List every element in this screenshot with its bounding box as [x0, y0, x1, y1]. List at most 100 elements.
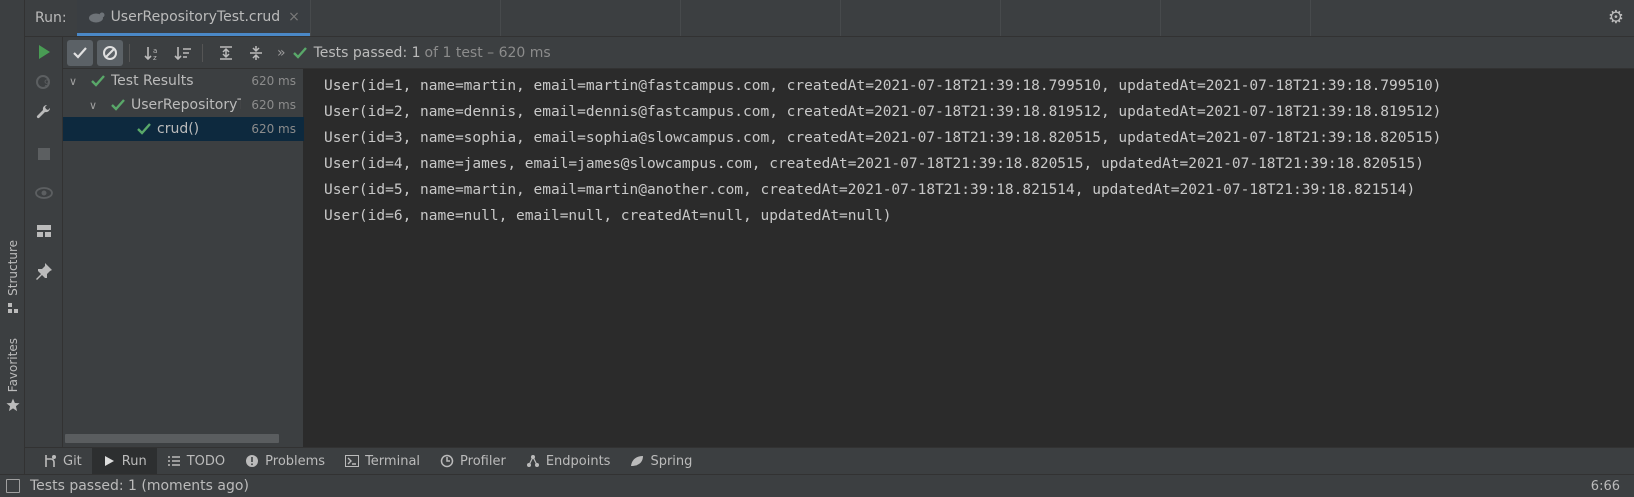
- tab-todo[interactable]: TODO: [157, 448, 235, 475]
- console-line: User(id=4, name=james, email=james@slowc…: [324, 156, 1424, 172]
- header-divider: [1309, 0, 1510, 36]
- header-divider: [839, 0, 1000, 36]
- tree-row-duration: 620 ms: [249, 98, 296, 112]
- tree-horizontal-scrollbar[interactable]: [65, 434, 279, 443]
- svg-text:z: z: [153, 54, 157, 61]
- header-divider: [1159, 0, 1310, 36]
- wrench-icon[interactable]: [34, 103, 54, 123]
- expand-arrow-icon[interactable]: ∨: [89, 99, 103, 112]
- tab-profiler[interactable]: Profiler: [430, 448, 516, 475]
- terminal-icon: [345, 455, 360, 467]
- run-side-toolbar: 9: [25, 37, 63, 447]
- star-icon: [6, 398, 20, 412]
- eye-icon[interactable]: [34, 183, 54, 203]
- show-ignored-button[interactable]: [97, 39, 123, 66]
- passed-check-icon: [111, 99, 125, 111]
- show-passed-button[interactable]: [67, 39, 93, 66]
- endpoints-icon: [526, 455, 539, 467]
- tree-row-label: UserRepositoryTest: [131, 97, 241, 113]
- spring-icon: [631, 456, 644, 466]
- tree-row-duration: 620 ms: [251, 74, 296, 88]
- profiler-icon: [440, 454, 454, 468]
- svg-text:9: 9: [44, 79, 50, 89]
- sort-alphabetically-icon: az: [144, 46, 157, 61]
- rerun-failed-icon[interactable]: 9: [34, 72, 54, 92]
- status-message[interactable]: Tests passed: 1 (moments ago): [30, 478, 249, 494]
- header-divider: [679, 0, 840, 36]
- todo-icon: [167, 456, 180, 466]
- stop-icon[interactable]: [34, 144, 54, 164]
- tree-row-test-class[interactable]: ∨ UserRepositoryTest 620 ms: [63, 93, 304, 117]
- layout-icon[interactable]: [34, 221, 54, 241]
- collapse-all-button[interactable]: [243, 40, 269, 66]
- check-icon: [73, 46, 87, 59]
- tree-row-duration: 620 ms: [249, 122, 296, 136]
- tests-count-duration: of 1 test – 620 ms: [424, 44, 551, 61]
- left-tool-strip: Structure Favorites: [0, 0, 25, 497]
- expand-all-icon: [220, 45, 232, 60]
- test-config-icon: [88, 12, 105, 22]
- sort-by-duration-icon: [174, 46, 191, 60]
- favorites-tool-tab[interactable]: Favorites: [2, 338, 24, 412]
- passed-check-icon: [91, 75, 105, 87]
- toolbar-separator: [129, 43, 130, 62]
- ignored-icon: [103, 45, 117, 60]
- structure-label: Structure: [6, 240, 20, 296]
- tab-spring[interactable]: Spring: [620, 448, 702, 475]
- sort-duration-button[interactable]: [170, 40, 196, 66]
- tree-row-test-results[interactable]: ∨ Test Results 620 ms: [63, 69, 304, 93]
- tab-label: Spring: [650, 453, 693, 469]
- expand-all-button[interactable]: [213, 40, 239, 66]
- pin-icon[interactable]: [34, 261, 54, 281]
- header-divider: [309, 0, 500, 36]
- tab-git[interactable]: Git: [33, 448, 92, 475]
- run-config-tab[interactable]: UserRepositoryTest.crud ×: [76, 0, 310, 36]
- toggle-tool-windows-icon[interactable]: [6, 479, 20, 493]
- git-icon: [45, 455, 56, 467]
- expand-arrow-icon[interactable]: ∨: [69, 75, 83, 88]
- tab-terminal[interactable]: Terminal: [335, 448, 430, 475]
- tab-label: Run: [121, 453, 147, 469]
- tree-row-label: Test Results: [111, 73, 194, 89]
- run-window-header: Run: UserRepositoryTest.crud × ⚙: [25, 0, 1634, 37]
- problems-icon: [246, 455, 259, 467]
- tab-run[interactable]: Run: [91, 447, 157, 475]
- passed-check-icon: [292, 46, 307, 59]
- tests-passed-text: Tests passed: 1: [313, 44, 421, 61]
- console-line: User(id=6, name=null, email=null, create…: [324, 208, 892, 224]
- structure-icon: [8, 302, 18, 313]
- tab-label: Endpoints: [545, 453, 611, 469]
- header-divider: [999, 0, 1160, 36]
- run-label: Run:: [35, 10, 67, 26]
- tree-row-label: crud(): [157, 121, 200, 137]
- test-status: Tests passed: 1 of 1 test – 620 ms: [292, 45, 551, 61]
- tab-label: Terminal: [365, 453, 421, 469]
- tab-problems[interactable]: Problems: [235, 448, 335, 475]
- tab-label: Profiler: [460, 453, 506, 469]
- test-toolbar: az » Tests passed: 1 of 1 test – 620 ms: [63, 37, 1634, 69]
- run-icon: [104, 456, 114, 466]
- structure-tool-tab[interactable]: Structure: [2, 240, 24, 314]
- tab-endpoints[interactable]: Endpoints: [516, 448, 621, 475]
- tab-label: Problems: [265, 453, 326, 469]
- bottom-tool-tabs: Git Run TODO Problems Terminal Profiler …: [25, 447, 1634, 475]
- rerun-icon[interactable]: [34, 42, 54, 62]
- toolbar-separator: [202, 43, 203, 62]
- console-line: User(id=1, name=martin, email=martin@fas…: [324, 78, 1442, 94]
- console-line: User(id=2, name=dennis, email=dennis@fas…: [324, 104, 1442, 120]
- console-output[interactable]: User(id=1, name=martin, email=martin@fas…: [305, 69, 1634, 447]
- console-line: User(id=5, name=martin, email=martin@ano…: [324, 182, 1416, 198]
- status-bar: Tests passed: 1 (moments ago) 6:66: [0, 474, 1634, 497]
- test-results-tree: ∨ Test Results 620 ms ∨ UserRepositoryTe…: [63, 69, 304, 447]
- tree-row-test-method[interactable]: crud() 620 ms: [63, 117, 304, 141]
- more-actions-icon[interactable]: »: [277, 45, 286, 61]
- sort-alpha-button[interactable]: az: [140, 40, 166, 66]
- collapse-all-icon: [250, 45, 262, 60]
- close-icon[interactable]: ×: [288, 9, 300, 25]
- tab-label: TODO: [186, 453, 226, 469]
- gear-icon[interactable]: ⚙: [1606, 8, 1626, 28]
- tab-label: Git: [63, 453, 82, 469]
- caret-position[interactable]: 6:66: [1591, 479, 1620, 494]
- passed-check-icon: [137, 123, 151, 135]
- console-line: User(id=3, name=sophia, email=sophia@slo…: [324, 130, 1442, 146]
